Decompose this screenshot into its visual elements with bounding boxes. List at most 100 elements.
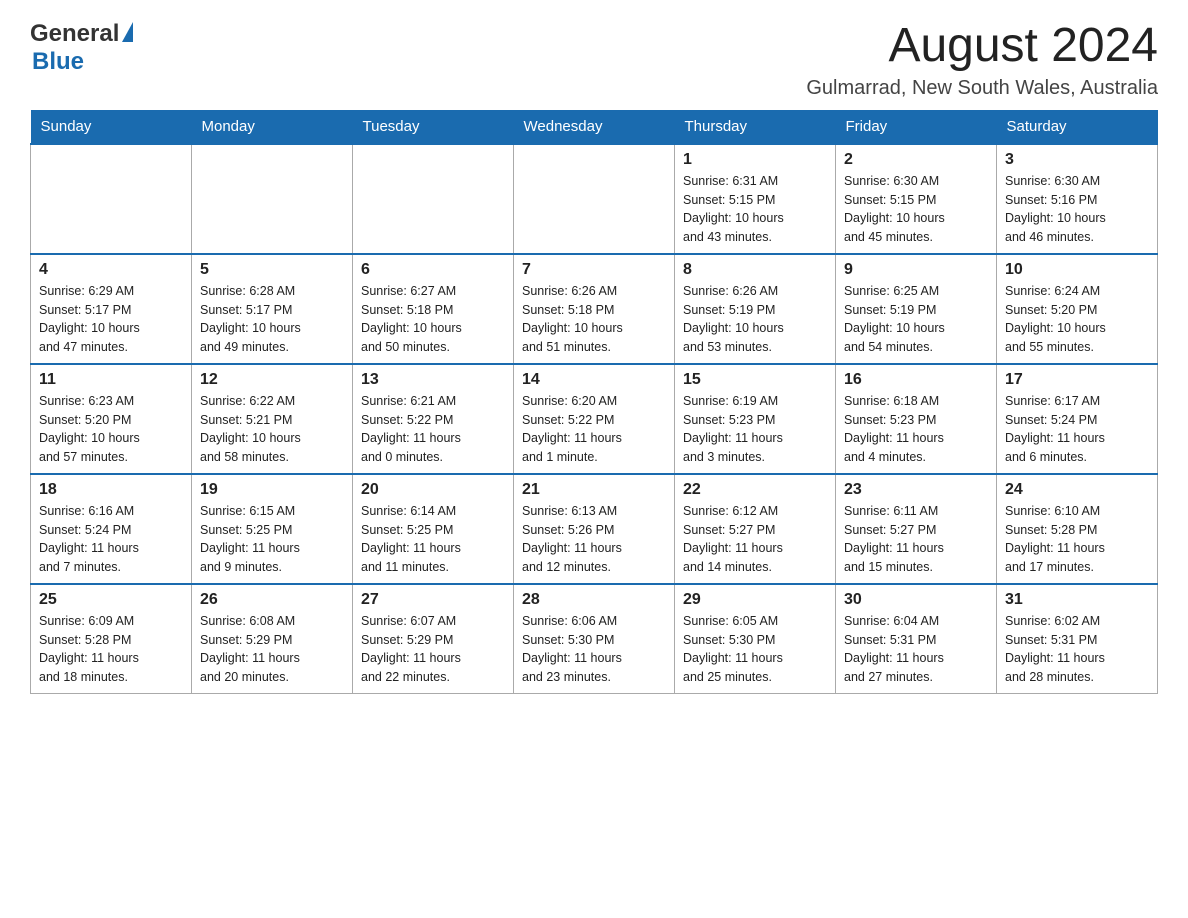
weekday-header-sunday: Sunday [31, 110, 192, 144]
calendar-cell [192, 144, 353, 254]
title-block: August 2024 Gulmarrad, New South Wales, … [806, 20, 1158, 100]
day-number: 3 [1005, 151, 1149, 169]
day-info: Sunrise: 6:27 AM Sunset: 5:18 PM Dayligh… [361, 282, 505, 357]
calendar-cell: 25 Sunrise: 6:09 AM Sunset: 5:28 PM Dayli… [31, 584, 192, 694]
day-info: Sunrise: 6:08 AM Sunset: 5:29 PM Dayligh… [200, 612, 344, 687]
day-number: 28 [522, 591, 666, 609]
day-info: Sunrise: 6:15 AM Sunset: 5:25 PM Dayligh… [200, 502, 344, 577]
day-number: 24 [1005, 481, 1149, 499]
day-info: Sunrise: 6:13 AM Sunset: 5:26 PM Dayligh… [522, 502, 666, 577]
day-number: 5 [200, 261, 344, 279]
day-number: 19 [200, 481, 344, 499]
calendar-cell: 29 Sunrise: 6:05 AM Sunset: 5:30 PM Dayli… [675, 584, 836, 694]
calendar-cell: 8 Sunrise: 6:26 AM Sunset: 5:19 PM Daylig… [675, 254, 836, 364]
weekday-header-thursday: Thursday [675, 110, 836, 144]
day-info: Sunrise: 6:19 AM Sunset: 5:23 PM Dayligh… [683, 392, 827, 467]
day-info: Sunrise: 6:07 AM Sunset: 5:29 PM Dayligh… [361, 612, 505, 687]
calendar-cell: 21 Sunrise: 6:13 AM Sunset: 5:26 PM Dayli… [514, 474, 675, 584]
calendar-cell: 18 Sunrise: 6:16 AM Sunset: 5:24 PM Dayli… [31, 474, 192, 584]
calendar-cell: 17 Sunrise: 6:17 AM Sunset: 5:24 PM Dayli… [997, 364, 1158, 474]
calendar-cell: 1Sunrise: 6:31 AM Sunset: 5:15 PM Daylig… [675, 144, 836, 254]
day-number: 29 [683, 591, 827, 609]
calendar-week-row: 4 Sunrise: 6:29 AM Sunset: 5:17 PM Daylig… [31, 254, 1158, 364]
day-number: 26 [200, 591, 344, 609]
calendar-cell: 28 Sunrise: 6:06 AM Sunset: 5:30 PM Dayli… [514, 584, 675, 694]
day-info: Sunrise: 6:11 AM Sunset: 5:27 PM Dayligh… [844, 502, 988, 577]
day-number: 18 [39, 481, 183, 499]
calendar-cell [353, 144, 514, 254]
calendar-cell: 4 Sunrise: 6:29 AM Sunset: 5:17 PM Daylig… [31, 254, 192, 364]
calendar-cell: 20 Sunrise: 6:14 AM Sunset: 5:25 PM Dayli… [353, 474, 514, 584]
calendar-week-row: 1Sunrise: 6:31 AM Sunset: 5:15 PM Daylig… [31, 144, 1158, 254]
calendar-cell: 7Sunrise: 6:26 AM Sunset: 5:18 PM Daylig… [514, 254, 675, 364]
day-info: Sunrise: 6:10 AM Sunset: 5:28 PM Dayligh… [1005, 502, 1149, 577]
location-subtitle: Gulmarrad, New South Wales, Australia [806, 77, 1158, 100]
calendar-cell: 12 Sunrise: 6:22 AM Sunset: 5:21 PM Dayli… [192, 364, 353, 474]
day-number: 23 [844, 481, 988, 499]
calendar-cell: 2 Sunrise: 6:30 AM Sunset: 5:15 PM Daylig… [836, 144, 997, 254]
calendar-cell [514, 144, 675, 254]
day-number: 4 [39, 261, 183, 279]
calendar-table: SundayMondayTuesdayWednesdayThursdayFrid… [30, 110, 1158, 695]
day-number: 25 [39, 591, 183, 609]
page-header: General Blue August 2024 Gulmarrad, New … [30, 20, 1158, 100]
day-info: Sunrise: 6:26 AM Sunset: 5:19 PM Dayligh… [683, 282, 827, 357]
day-number: 16 [844, 371, 988, 389]
calendar-cell: 3Sunrise: 6:30 AM Sunset: 5:16 PM Daylig… [997, 144, 1158, 254]
day-info: Sunrise: 6:17 AM Sunset: 5:24 PM Dayligh… [1005, 392, 1149, 467]
calendar-cell: 23 Sunrise: 6:11 AM Sunset: 5:27 PM Dayli… [836, 474, 997, 584]
day-number: 7 [522, 261, 666, 279]
day-number: 9 [844, 261, 988, 279]
day-number: 20 [361, 481, 505, 499]
day-info: Sunrise: 6:21 AM Sunset: 5:22 PM Dayligh… [361, 392, 505, 467]
day-info: Sunrise: 6:24 AM Sunset: 5:20 PM Dayligh… [1005, 282, 1149, 357]
day-info: Sunrise: 6:29 AM Sunset: 5:17 PM Dayligh… [39, 282, 183, 357]
weekday-header-saturday: Saturday [997, 110, 1158, 144]
day-number: 21 [522, 481, 666, 499]
day-info: Sunrise: 6:18 AM Sunset: 5:23 PM Dayligh… [844, 392, 988, 467]
day-info: Sunrise: 6:14 AM Sunset: 5:25 PM Dayligh… [361, 502, 505, 577]
calendar-cell: 30 Sunrise: 6:04 AM Sunset: 5:31 PM Dayli… [836, 584, 997, 694]
calendar-cell: 11Sunrise: 6:23 AM Sunset: 5:20 PM Dayli… [31, 364, 192, 474]
logo-general-text: General [30, 20, 119, 48]
day-info: Sunrise: 6:25 AM Sunset: 5:19 PM Dayligh… [844, 282, 988, 357]
day-info: Sunrise: 6:12 AM Sunset: 5:27 PM Dayligh… [683, 502, 827, 577]
day-number: 27 [361, 591, 505, 609]
day-info: Sunrise: 6:22 AM Sunset: 5:21 PM Dayligh… [200, 392, 344, 467]
day-info: Sunrise: 6:09 AM Sunset: 5:28 PM Dayligh… [39, 612, 183, 687]
calendar-cell: 31Sunrise: 6:02 AM Sunset: 5:31 PM Dayli… [997, 584, 1158, 694]
day-info: Sunrise: 6:02 AM Sunset: 5:31 PM Dayligh… [1005, 612, 1149, 687]
day-info: Sunrise: 6:20 AM Sunset: 5:22 PM Dayligh… [522, 392, 666, 467]
calendar-cell: 19 Sunrise: 6:15 AM Sunset: 5:25 PM Dayli… [192, 474, 353, 584]
day-number: 10 [1005, 261, 1149, 279]
calendar-cell: 16 Sunrise: 6:18 AM Sunset: 5:23 PM Dayli… [836, 364, 997, 474]
day-info: Sunrise: 6:04 AM Sunset: 5:31 PM Dayligh… [844, 612, 988, 687]
calendar-cell: 15Sunrise: 6:19 AM Sunset: 5:23 PM Dayli… [675, 364, 836, 474]
weekday-header-friday: Friday [836, 110, 997, 144]
day-info: Sunrise: 6:23 AM Sunset: 5:20 PM Dayligh… [39, 392, 183, 467]
day-number: 17 [1005, 371, 1149, 389]
calendar-week-row: 18 Sunrise: 6:16 AM Sunset: 5:24 PM Dayli… [31, 474, 1158, 584]
day-number: 13 [361, 371, 505, 389]
day-number: 30 [844, 591, 988, 609]
calendar-cell: 14 Sunrise: 6:20 AM Sunset: 5:22 PM Dayli… [514, 364, 675, 474]
day-info: Sunrise: 6:28 AM Sunset: 5:17 PM Dayligh… [200, 282, 344, 357]
calendar-cell [31, 144, 192, 254]
logo-blue-text: Blue [32, 48, 84, 75]
day-number: 12 [200, 371, 344, 389]
calendar-cell: 24 Sunrise: 6:10 AM Sunset: 5:28 PM Dayli… [997, 474, 1158, 584]
calendar-cell: 9 Sunrise: 6:25 AM Sunset: 5:19 PM Daylig… [836, 254, 997, 364]
day-number: 14 [522, 371, 666, 389]
calendar-cell: 26 Sunrise: 6:08 AM Sunset: 5:29 PM Dayli… [192, 584, 353, 694]
day-info: Sunrise: 6:06 AM Sunset: 5:30 PM Dayligh… [522, 612, 666, 687]
day-info: Sunrise: 6:16 AM Sunset: 5:24 PM Dayligh… [39, 502, 183, 577]
calendar-cell: 6Sunrise: 6:27 AM Sunset: 5:18 PM Daylig… [353, 254, 514, 364]
day-number: 2 [844, 151, 988, 169]
day-info: Sunrise: 6:30 AM Sunset: 5:15 PM Dayligh… [844, 172, 988, 247]
calendar-week-row: 11Sunrise: 6:23 AM Sunset: 5:20 PM Dayli… [31, 364, 1158, 474]
day-number: 8 [683, 261, 827, 279]
day-info: Sunrise: 6:05 AM Sunset: 5:30 PM Dayligh… [683, 612, 827, 687]
calendar-cell: 13 Sunrise: 6:21 AM Sunset: 5:22 PM Dayli… [353, 364, 514, 474]
logo-triangle-icon [122, 22, 133, 42]
weekday-header-row: SundayMondayTuesdayWednesdayThursdayFrid… [31, 110, 1158, 144]
